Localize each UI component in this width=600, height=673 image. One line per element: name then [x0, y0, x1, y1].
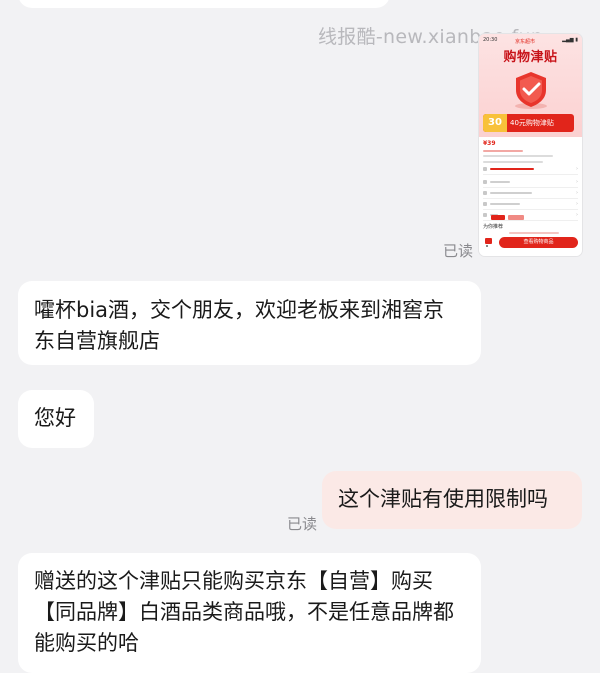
- screenshot-text-line: [509, 232, 559, 234]
- screenshot-text-line: [483, 155, 553, 157]
- shared-screenshot-thumbnail[interactable]: 20:30 ▂▄▆ ▮ 京东超市 购物津贴 30 40元购物津贴 ¥39 › ›…: [479, 34, 582, 256]
- screenshot-text-line: [483, 150, 523, 152]
- screenshot-section-label: 为你推荐: [483, 224, 504, 230]
- screenshot-signal-icon: ▂▄▆ ▮: [562, 37, 578, 43]
- screenshot-text-line: [483, 161, 543, 163]
- read-status: 已读: [443, 242, 474, 260]
- cart-icon: [485, 238, 492, 247]
- screenshot-row: 为你推荐: [483, 222, 578, 232]
- shield-icon: [515, 72, 547, 109]
- screenshot-row: ›: [483, 188, 578, 199]
- screenshot-row: ›: [483, 177, 578, 188]
- coupon-label: 40元购物津贴: [510, 119, 554, 127]
- screenshot-row: ›: [483, 164, 578, 175]
- screenshot-title: 购物津贴: [503, 50, 558, 65]
- screenshot-brand: 京东超市: [515, 39, 536, 45]
- screenshot-tag: [491, 215, 505, 220]
- message-bubble[interactable]: 赠送的这个津贴只能购买京东【自营】购买【同品牌】白酒品类商品哦，不是任意品牌都能…: [18, 553, 481, 673]
- screenshot-buy-button: 查看购物商品: [499, 237, 578, 248]
- screenshot-status-time: 20:30: [483, 37, 498, 43]
- message-bubble[interactable]: 您好: [18, 390, 94, 448]
- message-bubble[interactable]: 嚯杯bia酒，交个朋友，欢迎老板来到湘窖京东自营旗舰店: [18, 281, 481, 365]
- screenshot-tag: [508, 215, 524, 220]
- screenshot-price: ¥39: [483, 140, 496, 147]
- screenshot-coupon: 30 40元购物津贴: [483, 114, 574, 132]
- message-bubble-outgoing[interactable]: 这个津贴有使用限制吗: [322, 471, 582, 529]
- coupon-number: 30: [483, 114, 507, 132]
- previous-message-bubble: [18, 0, 390, 8]
- read-status: 已读: [287, 515, 318, 533]
- screenshot-row: ›: [483, 199, 578, 210]
